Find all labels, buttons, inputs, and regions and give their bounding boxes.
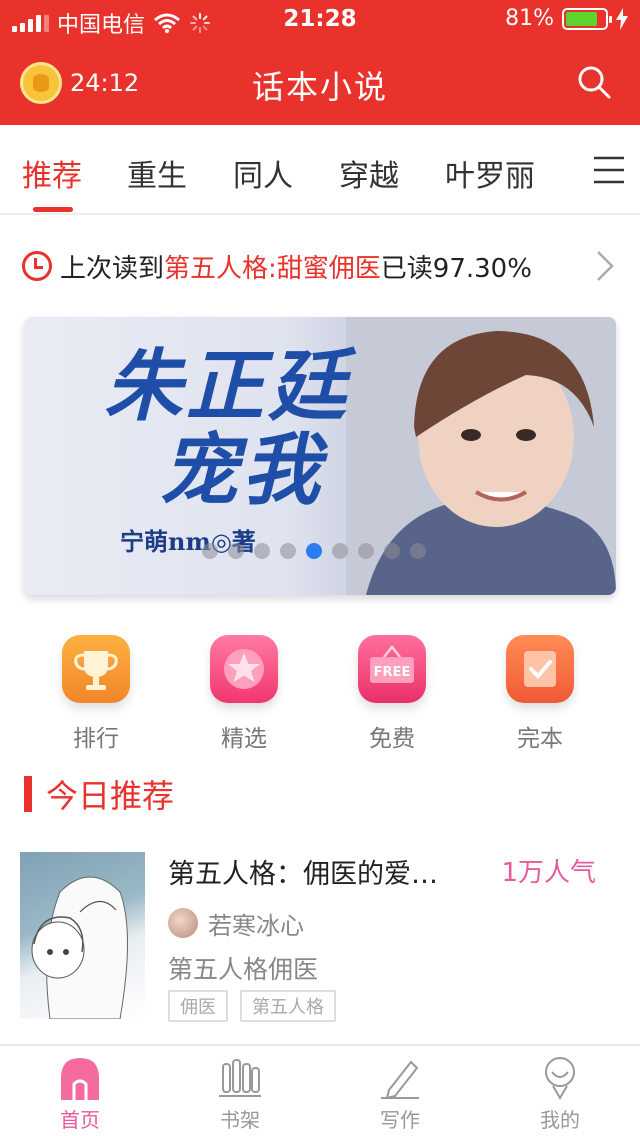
- charging-bolt-icon: [616, 7, 628, 30]
- menu-icon[interactable]: [592, 155, 626, 185]
- history-clock-icon: [22, 251, 52, 281]
- tab-rebirth[interactable]: 重生: [127, 151, 187, 195]
- carousel-dot[interactable]: [280, 543, 296, 559]
- book-tag[interactable]: 第五人格: [240, 990, 336, 1022]
- carousel-dot[interactable]: [254, 543, 270, 559]
- tab-fanfic[interactable]: 同人: [233, 151, 293, 195]
- battery-icon: [562, 7, 612, 30]
- category-free[interactable]: FREE 免费: [318, 635, 466, 753]
- book-tag[interactable]: 佣医: [168, 990, 228, 1022]
- nav-label: 书架: [220, 1108, 260, 1132]
- book-description: 第五人格佣医: [168, 955, 319, 984]
- carousel-dot[interactable]: [384, 543, 400, 559]
- carousel-dots: [202, 543, 426, 559]
- carousel-dot[interactable]: [202, 543, 218, 559]
- last-read-prefix: 上次读到: [60, 253, 165, 284]
- book-author: 若寒冰心: [208, 912, 304, 940]
- carousel-dot[interactable]: [228, 543, 244, 559]
- search-icon[interactable]: [576, 64, 612, 100]
- nav-profile[interactable]: 我的: [480, 1056, 640, 1133]
- home-icon: [61, 1058, 99, 1100]
- free-sign-icon: FREE: [358, 635, 426, 703]
- status-bar: 中国电信 21:28 81%: [0, 0, 640, 40]
- carousel-dot[interactable]: [306, 543, 322, 559]
- author-avatar: [168, 908, 198, 938]
- book-item[interactable]: 第五人格：佣医的爱… 1万人气 若寒冰心 第五人格佣医 佣医 第五人格: [0, 850, 640, 1025]
- bookshelf-icon: [219, 1059, 261, 1097]
- banner-title-line2: 宠我: [160, 425, 325, 516]
- category-completed[interactable]: 完本: [466, 635, 614, 753]
- book-title: 第五人格：佣医的爱…: [168, 859, 438, 890]
- trophy-icon: [62, 635, 130, 703]
- banner-title: 朱正廷 宠我: [104, 345, 350, 513]
- book-cover-image: [20, 852, 145, 1019]
- category-tabs: 推荐 重生 同人 穿越 叶罗丽: [0, 125, 640, 215]
- tab-yeluoli[interactable]: 叶罗丽: [445, 151, 535, 195]
- category-featured[interactable]: 精选: [170, 635, 318, 753]
- last-read-book: 第五人格:甜蜜佣医: [164, 253, 381, 284]
- carousel-dot[interactable]: [332, 543, 348, 559]
- tab-time-travel[interactable]: 穿越: [339, 151, 399, 195]
- app-header: 24:12 话本小说: [0, 40, 640, 125]
- last-read-progress: 已读97.30%: [380, 253, 532, 284]
- chevron-right-icon[interactable]: [596, 250, 614, 282]
- banner-title-line1: 朱正廷: [104, 341, 351, 432]
- carousel-dot[interactable]: [410, 543, 426, 559]
- last-read-row[interactable]: 上次读到 第五人格:甜蜜佣医 已读97.30%: [22, 246, 622, 286]
- category-ranking[interactable]: 排行: [22, 635, 170, 753]
- tab-recommend[interactable]: 推荐: [22, 151, 82, 195]
- nav-label: 写作: [380, 1108, 420, 1132]
- carousel-dot[interactable]: [358, 543, 374, 559]
- svg-text:FREE: FREE: [374, 665, 411, 680]
- category-label: 精选: [221, 726, 267, 752]
- app-title: 话本小说: [251, 68, 388, 106]
- section-marker: [24, 776, 32, 812]
- nav-bookshelf[interactable]: 书架: [160, 1056, 320, 1133]
- promo-banner[interactable]: 朱正廷 宠我 宁萌nm◎著: [24, 317, 616, 595]
- category-label: 排行: [73, 726, 119, 752]
- section-header: 今日推荐: [24, 774, 175, 815]
- star-icon: [210, 635, 278, 703]
- nav-label: 首页: [60, 1108, 100, 1132]
- quick-categories: 排行 精选 FREE 免费 完本: [0, 635, 640, 753]
- book-popularity: 1万人气: [501, 858, 596, 888]
- active-tab-indicator: [33, 207, 73, 212]
- bottom-nav: 首页 书架 写作 我的: [0, 1044, 640, 1136]
- category-label: 免费: [369, 726, 415, 752]
- nav-label: 我的: [540, 1108, 580, 1132]
- top-bar: 中国电信 21:28 81% 24:12 话本小说: [0, 0, 640, 125]
- check-icon: [506, 635, 574, 703]
- category-label: 完本: [517, 726, 563, 752]
- section-title: 今日推荐: [46, 777, 175, 815]
- book-tags: 佣医 第五人格: [168, 990, 336, 1022]
- battery-percent: 81%: [505, 6, 554, 31]
- pen-icon: [381, 1060, 419, 1100]
- nav-write[interactable]: 写作: [320, 1056, 480, 1133]
- nav-home[interactable]: 首页: [0, 1056, 160, 1133]
- user-icon: [545, 1057, 575, 1100]
